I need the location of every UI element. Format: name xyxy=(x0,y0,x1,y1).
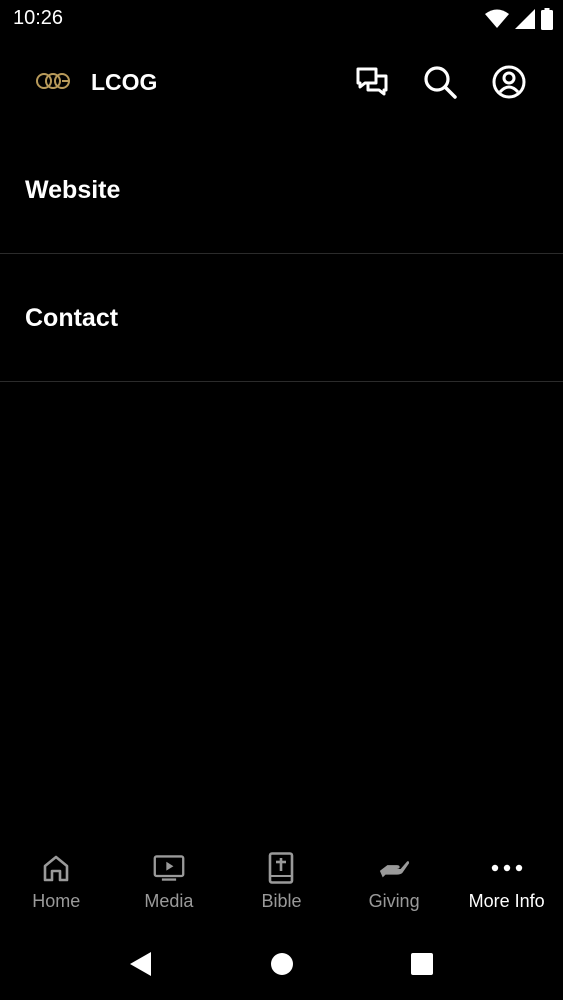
signal-icon xyxy=(515,9,535,29)
nav-label: Bible xyxy=(261,891,302,911)
menu-item-label: Website xyxy=(25,176,121,204)
lcog-logo xyxy=(36,73,70,89)
search-icon xyxy=(424,66,457,99)
nav-label: Media xyxy=(144,891,194,911)
home-circle-icon xyxy=(271,953,293,975)
menu-item-website[interactable]: Website xyxy=(0,126,563,254)
recents-square-icon xyxy=(411,953,433,975)
back-triangle-icon xyxy=(130,952,151,976)
nav-label: More Info xyxy=(468,891,545,911)
account-circle-icon xyxy=(492,65,526,99)
nav-more-info[interactable]: More Info xyxy=(450,840,563,930)
system-back-button[interactable] xyxy=(124,948,156,980)
wifi-icon xyxy=(485,9,509,28)
nav-bible[interactable]: Bible xyxy=(225,840,338,930)
profile-button[interactable] xyxy=(491,64,527,100)
system-nav-bar xyxy=(0,930,563,1000)
tv-play-icon xyxy=(153,855,185,881)
nav-home[interactable]: Home xyxy=(0,840,113,930)
app-title: LCOG xyxy=(91,69,158,95)
chat-icon xyxy=(356,67,388,96)
giving-hand-icon xyxy=(379,861,410,878)
nav-label: Giving xyxy=(368,891,420,911)
nav-label: Home xyxy=(32,891,81,911)
more-dots-icon xyxy=(491,864,522,872)
system-recents-button[interactable] xyxy=(406,948,438,980)
search-button[interactable] xyxy=(422,64,458,100)
battery-icon xyxy=(541,8,553,30)
menu-item-contact[interactable]: Contact xyxy=(0,254,563,382)
menu-list: Website Contact xyxy=(0,126,563,382)
bible-icon xyxy=(269,852,294,884)
status-icons xyxy=(485,8,553,30)
chat-button[interactable] xyxy=(354,64,390,100)
system-home-button[interactable] xyxy=(266,948,298,980)
menu-item-label: Contact xyxy=(25,304,119,332)
nav-media[interactable]: Media xyxy=(113,840,226,930)
nav-giving[interactable]: Giving xyxy=(338,840,451,930)
app-bar: LCOG xyxy=(0,50,563,114)
status-bar: 10:26 xyxy=(0,0,563,38)
bottom-nav: Home Media Bible Giving More Info xyxy=(0,840,563,930)
home-icon xyxy=(43,855,69,882)
status-time: 10:26 xyxy=(13,7,64,29)
